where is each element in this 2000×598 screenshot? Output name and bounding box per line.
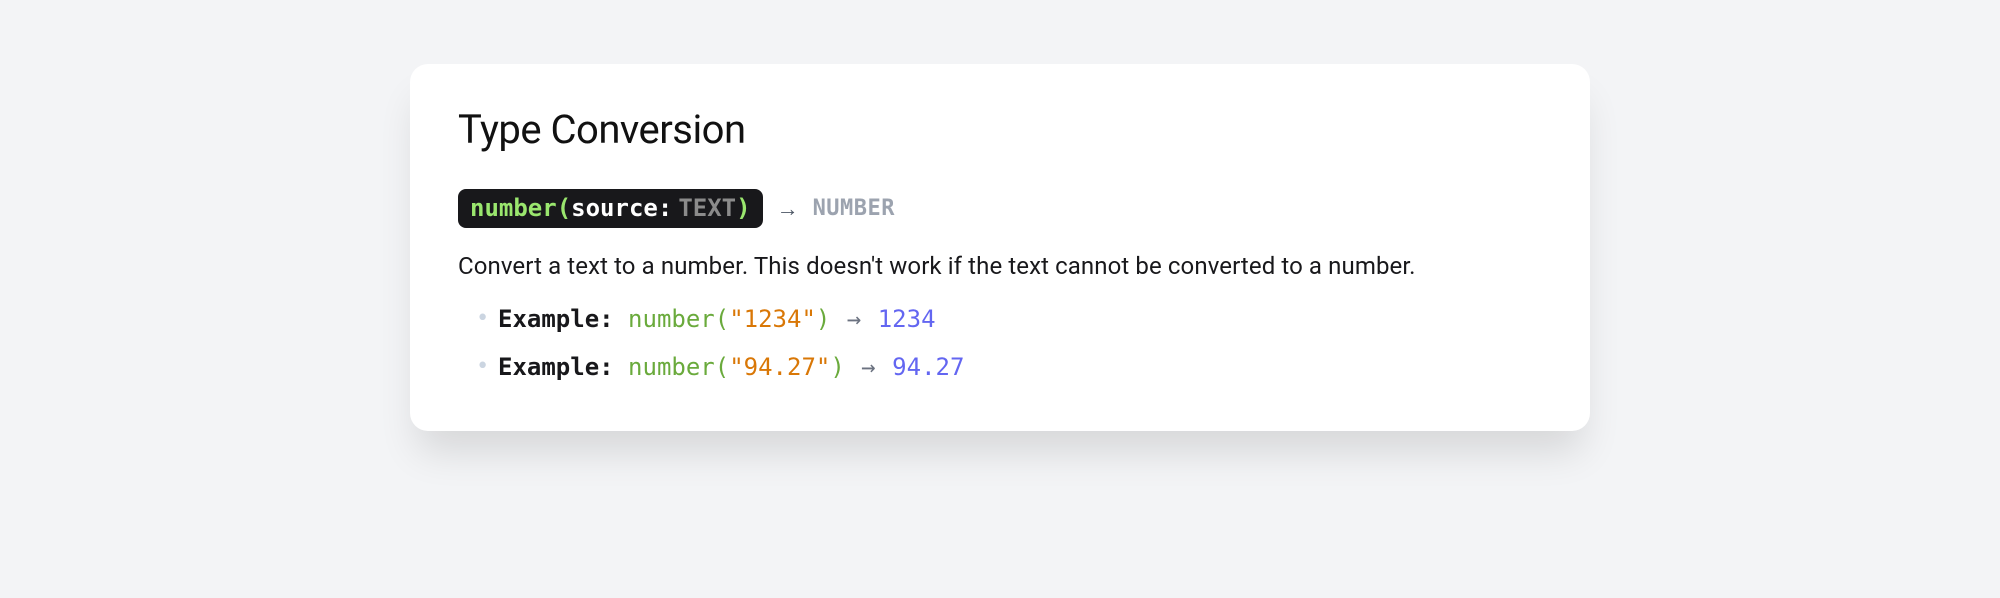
example-label: Example: [498,353,614,381]
signature-pill: number(source: TEXT) [458,189,763,228]
examples-list: Example: number("1234") → 1234 Example: … [458,305,1542,381]
list-item: Example: number("1234") → 1234 [476,305,1542,333]
sig-return-type: NUMBER [813,196,895,221]
ex-arg: "94.27" [729,353,830,381]
sig-close-paren: ) [736,194,750,222]
ex-close: ) [816,305,830,333]
function-description: Convert a text to a number. This doesn't… [458,248,1542,285]
arrow-icon: → [845,305,863,333]
function-signature: number(source: TEXT) → NUMBER [458,189,1542,228]
doc-card: Type Conversion number(source: TEXT) → N… [410,64,1590,431]
sig-fn-name: number [470,194,557,222]
list-item: Example: number("94.27") → 94.27 [476,353,1542,381]
sig-arg-type: TEXT [672,194,736,222]
ex-result: 1234 [878,305,936,333]
ex-open: ( [715,353,729,381]
sig-arg-name: source: [571,194,672,222]
ex-result: 94.27 [892,353,964,381]
ex-close: ) [830,353,844,381]
sig-arrow-icon: → [777,196,799,222]
ex-fn: number [628,353,715,381]
section-heading: Type Conversion [458,106,1542,153]
sig-open-paren: ( [557,194,571,222]
ex-arg: "1234" [729,305,816,333]
example-label: Example: [498,305,614,333]
arrow-icon: → [859,353,877,381]
ex-open: ( [715,305,729,333]
ex-fn: number [628,305,715,333]
